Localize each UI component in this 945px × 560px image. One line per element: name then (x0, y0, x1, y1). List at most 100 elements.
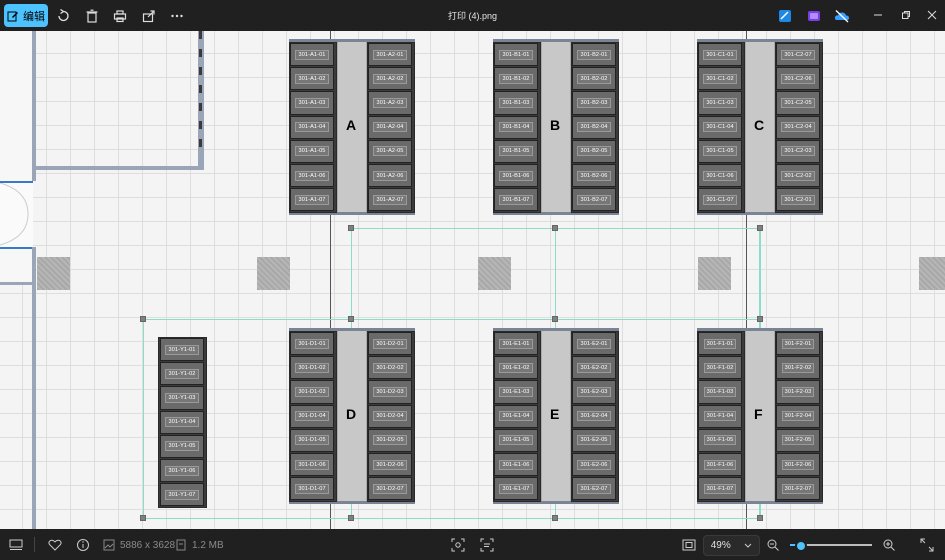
storage-slot[interactable]: 301-Y1-01 (160, 338, 204, 362)
zoom-in-icon[interactable] (881, 537, 897, 553)
storage-slot[interactable]: 301-A1-01 (290, 43, 334, 67)
storage-slot[interactable]: 301-F1-06 (698, 453, 742, 477)
storage-slot[interactable]: 301-D1-03 (290, 380, 334, 404)
storage-slot[interactable]: 301-C2-06 (776, 67, 820, 91)
close-button[interactable] (921, 5, 943, 25)
storage-slot[interactable]: 301-A1-02 (290, 67, 334, 91)
storage-slot[interactable]: 301-F1-02 (698, 356, 742, 380)
selection-handle[interactable] (348, 225, 354, 231)
favorite-icon[interactable] (47, 537, 63, 553)
storage-slot[interactable]: 301-E1-05 (494, 428, 538, 452)
storage-slot[interactable]: 301-D1-06 (290, 453, 334, 477)
storage-slot[interactable]: 301-A2-07 (368, 188, 412, 212)
storage-slot[interactable]: 301-Y1-05 (160, 434, 204, 458)
storage-slot[interactable]: 301-B2-02 (572, 67, 616, 91)
maximize-button[interactable] (895, 5, 917, 25)
storage-slot[interactable]: 301-A1-03 (290, 91, 334, 115)
storage-slot[interactable]: 301-D2-04 (368, 404, 412, 428)
storage-slot[interactable]: 301-C1-03 (698, 91, 742, 115)
storage-slot[interactable]: 301-F2-06 (776, 453, 820, 477)
storage-slot[interactable]: 301-C1-02 (698, 67, 742, 91)
storage-slot[interactable]: 301-F2-05 (776, 428, 820, 452)
storage-slot[interactable]: 301-D1-05 (290, 428, 334, 452)
storage-slot[interactable]: 301-E2-06 (572, 453, 616, 477)
edit-button[interactable]: 编辑 (4, 4, 48, 27)
storage-slot[interactable]: 301-A1-04 (290, 115, 334, 139)
storage-slot[interactable]: 301-B2-05 (572, 139, 616, 163)
storage-slot[interactable]: 301-D2-05 (368, 428, 412, 452)
selection-handle[interactable] (140, 515, 146, 521)
clipchamp-icon[interactable] (805, 7, 823, 25)
storage-slot[interactable]: 301-F2-01 (776, 332, 820, 356)
text-scan-icon[interactable] (479, 537, 495, 553)
storage-slot[interactable]: 301-C2-02 (776, 164, 820, 188)
storage-slot[interactable]: 301-C1-01 (698, 43, 742, 67)
minimize-button[interactable] (867, 5, 889, 25)
storage-slot[interactable]: 301-E2-04 (572, 404, 616, 428)
storage-slot[interactable]: 301-E2-07 (572, 477, 616, 501)
storage-slot[interactable]: 301-D2-02 (368, 356, 412, 380)
storage-slot[interactable]: 301-A2-06 (368, 164, 412, 188)
fullscreen-icon[interactable] (919, 537, 935, 553)
storage-slot[interactable]: 301-A2-04 (368, 115, 412, 139)
selection-handle[interactable] (552, 316, 558, 322)
storage-slot[interactable]: 301-F1-01 (698, 332, 742, 356)
storage-slot[interactable]: 301-A2-01 (368, 43, 412, 67)
storage-slot[interactable]: 301-Y1-03 (160, 386, 204, 410)
delete-icon[interactable] (83, 7, 101, 25)
storage-slot[interactable]: 301-F1-03 (698, 380, 742, 404)
storage-slot[interactable]: 301-D2-01 (368, 332, 412, 356)
selection-box[interactable] (143, 319, 760, 519)
storage-slot[interactable]: 301-E1-01 (494, 332, 538, 356)
print-icon[interactable] (111, 7, 129, 25)
storage-slot[interactable]: 301-E2-03 (572, 380, 616, 404)
storage-slot[interactable]: 301-A2-05 (368, 139, 412, 163)
storage-slot[interactable]: 301-B2-03 (572, 91, 616, 115)
storage-slot[interactable]: 301-E1-04 (494, 404, 538, 428)
storage-slot[interactable]: 301-E2-05 (572, 428, 616, 452)
storage-slot[interactable]: 301-B2-06 (572, 164, 616, 188)
storage-slot[interactable]: 301-E2-01 (572, 332, 616, 356)
storage-slot[interactable]: 301-F2-03 (776, 380, 820, 404)
storage-slot[interactable]: 301-B1-05 (494, 139, 538, 163)
storage-slot[interactable]: 301-D2-03 (368, 380, 412, 404)
storage-slot[interactable]: 301-F2-04 (776, 404, 820, 428)
info-icon[interactable] (75, 537, 91, 553)
storage-slot[interactable]: 301-B1-07 (494, 188, 538, 212)
storage-slot[interactable]: 301-C1-05 (698, 139, 742, 163)
selection-handle[interactable] (140, 316, 146, 322)
storage-slot[interactable]: 301-Y1-02 (160, 362, 204, 386)
zoom-select[interactable]: 49% (703, 535, 760, 556)
storage-slot[interactable]: 301-D2-07 (368, 477, 412, 501)
storage-slot[interactable]: 301-F2-07 (776, 477, 820, 501)
storage-slot[interactable]: 301-C2-01 (776, 188, 820, 212)
selection-handle[interactable] (552, 515, 558, 521)
zoom-slider-thumb[interactable] (794, 540, 807, 552)
storage-slot[interactable]: 301-B1-03 (494, 91, 538, 115)
storage-slot[interactable]: 301-E1-03 (494, 380, 538, 404)
storage-slot[interactable]: 301-A2-02 (368, 67, 412, 91)
share-icon[interactable] (140, 7, 158, 25)
image-canvas[interactable]: A 301-A1-01 301-A1-02 301-A1-03 301-A1-04 301… (0, 31, 945, 529)
selection-handle[interactable] (348, 316, 354, 322)
storage-slot[interactable]: 301-F1-07 (698, 477, 742, 501)
selection-handle[interactable] (552, 225, 558, 231)
photos-edit-icon[interactable] (776, 7, 794, 25)
storage-slot[interactable]: 301-F2-02 (776, 356, 820, 380)
selection-handle[interactable] (757, 225, 763, 231)
rotate-icon[interactable] (54, 7, 72, 25)
storage-slot[interactable]: 301-A1-06 (290, 164, 334, 188)
storage-slot[interactable]: 301-D1-02 (290, 356, 334, 380)
storage-slot[interactable]: 301-Y1-07 (160, 483, 204, 507)
storage-slot[interactable]: 301-D1-07 (290, 477, 334, 501)
storage-slot[interactable]: 301-B1-06 (494, 164, 538, 188)
storage-slot[interactable]: 301-C2-05 (776, 91, 820, 115)
visual-search-icon[interactable] (450, 537, 466, 553)
storage-slot[interactable]: 301-E2-02 (572, 356, 616, 380)
selection-handle[interactable] (757, 316, 763, 322)
storage-slot[interactable]: 301-F1-05 (698, 428, 742, 452)
storage-slot[interactable]: 301-Y1-04 (160, 410, 204, 434)
storage-slot[interactable]: 301-C2-04 (776, 115, 820, 139)
filmstrip-icon[interactable] (8, 537, 24, 553)
storage-slot[interactable]: 301-B1-04 (494, 115, 538, 139)
